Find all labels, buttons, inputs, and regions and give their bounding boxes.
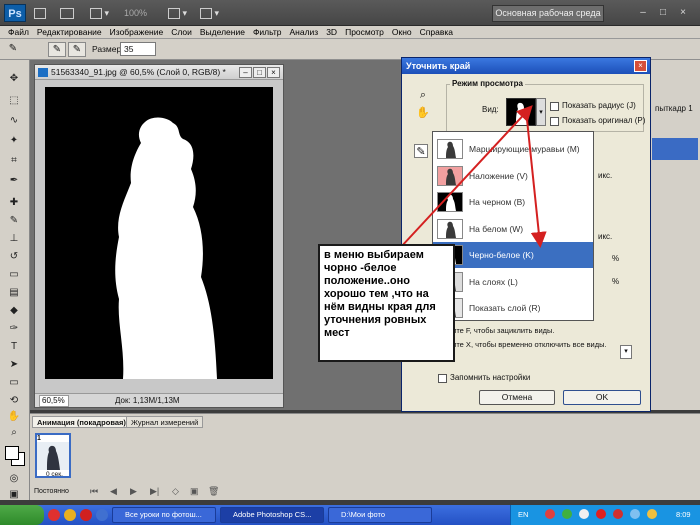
duplicate-frame-icon[interactable]: ▣ [190,486,199,497]
tray-icon-1[interactable] [545,509,555,519]
tray-icon-3[interactable] [579,509,589,519]
quicklaunch-opera-icon[interactable] [48,509,60,521]
frame-thumbnail [37,442,69,470]
play-icon[interactable]: ▶ [130,486,137,497]
delete-frame-icon[interactable]: 🗑 [208,486,219,497]
quicklaunch-app-icon[interactable] [80,509,92,521]
tween-icon[interactable]: ◇ [172,486,179,497]
next-frame-icon[interactable]: ▶| [150,486,159,497]
tray-icon-5[interactable] [613,509,623,519]
first-frame-icon[interactable]: ⏮ [90,486,98,497]
quicklaunch-browser-icon[interactable] [64,509,76,521]
language-indicator[interactable]: EN [518,510,528,519]
prev-frame-icon[interactable]: ◀ [110,486,117,497]
start-button[interactable] [0,505,44,525]
arrow-to-black-white [525,109,547,248]
tray-icon-4[interactable] [596,509,606,519]
tab-measurement-log[interactable]: Журнал измерений [126,416,204,428]
quicklaunch-ie-icon[interactable] [96,509,108,521]
tray-icon-2[interactable] [562,509,572,519]
taskbar-item-explorer[interactable]: D:\Мои фото [328,507,432,523]
tray-icon-6[interactable] [630,509,640,519]
taskbar-item-browser[interactable]: Все уроки по фотош... [112,507,216,523]
clock: 8:09 [676,510,691,519]
taskbar-item-photoshop[interactable]: Adobe Photoshop CS... [220,507,324,523]
tab-animation[interactable]: Анимация (покадровая) [32,416,131,428]
frame-delay[interactable]: 0 сек. [46,471,63,478]
annotation-note: в меню выбираем чорно -белое положение..… [318,244,455,362]
loop-select[interactable]: Постоянно [34,488,69,495]
tray-icon-7[interactable] [647,509,657,519]
frame-number: 1 [37,435,41,442]
arrow-to-view-dropdown [399,105,533,249]
